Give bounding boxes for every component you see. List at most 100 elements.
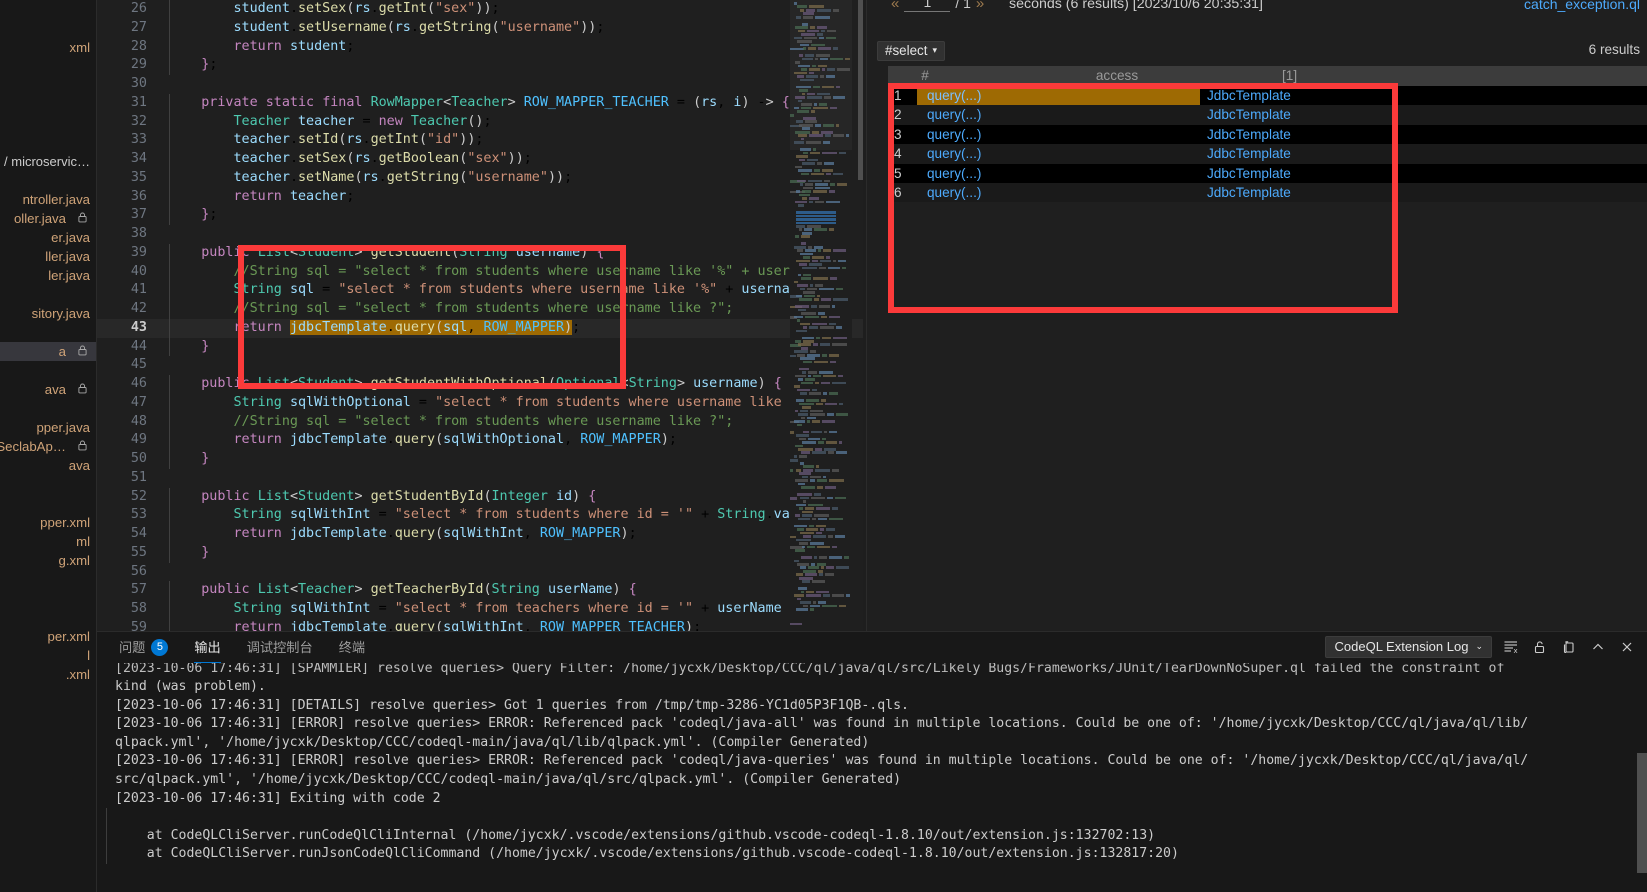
explorer-item[interactable]: xml	[0, 38, 96, 57]
explorer-item[interactable]: l	[0, 646, 96, 665]
code-line[interactable]: 52 public List<Student> getStudentById(I…	[97, 488, 863, 507]
panel-tab-bar[interactable]: 问题5输出调试控制台终端	[97, 632, 378, 663]
explorer-item[interactable]: pper.xml	[0, 513, 96, 532]
explorer-item[interactable]: SeclabAp…	[0, 437, 96, 456]
explorer-item[interactable]: oller.java	[0, 209, 96, 228]
results-table[interactable]: # access [1] 1query(...)JdbcTemplate2que…	[888, 66, 1647, 202]
explorer-item[interactable]: a	[0, 342, 96, 361]
code-line[interactable]: 30	[97, 75, 863, 94]
editor-scrollbar-thumb[interactable]	[858, 0, 863, 180]
code-line[interactable]: 39 public List<Student> getStudent(Strin…	[97, 244, 863, 263]
table-row[interactable]: 4query(...)JdbcTemplate	[888, 144, 1647, 163]
table-row[interactable]: 1query(...)JdbcTemplate	[888, 86, 1647, 105]
explorer-item[interactable]: g.xml	[0, 551, 96, 570]
panel-scrollbar[interactable]	[1637, 663, 1647, 892]
close-panel-icon[interactable]	[1617, 637, 1637, 657]
access-link[interactable]: query(...)	[917, 86, 1200, 105]
results-pager[interactable]: « / 1 »	[891, 0, 984, 12]
code-line[interactable]: 38	[97, 225, 863, 244]
table-row[interactable]: 5query(...)JdbcTemplate	[888, 164, 1647, 183]
page-number-input[interactable]	[904, 0, 950, 12]
access-link[interactable]: query(...)	[917, 144, 985, 163]
code-line[interactable]: 46 public List<Student> getStudentWithOp…	[97, 375, 863, 394]
editor-minimap[interactable]	[790, 0, 852, 631]
panel-scrollbar-thumb[interactable]	[1637, 753, 1647, 873]
access-link[interactable]: query(...)	[917, 125, 985, 144]
code-line[interactable]: 35 teacher.setName(rs.getString("usernam…	[97, 169, 863, 188]
result-set-dropdown[interactable]: #select ▾	[877, 41, 945, 61]
code-line[interactable]: 50 }	[97, 450, 863, 469]
row-access-cell[interactable]: query(...)	[917, 105, 1207, 124]
explorer-item[interactable]: ml	[0, 532, 96, 551]
query-file-link[interactable]: catch_exception.ql	[1524, 0, 1640, 12]
row-type-cell[interactable]: JdbcTemplate	[1207, 183, 1407, 202]
code-editor[interactable]: 26 student.setSex(rs.getInt("sex"));27 s…	[97, 0, 863, 631]
results-table-body[interactable]: 1query(...)JdbcTemplate2query(...)JdbcTe…	[888, 86, 1647, 202]
row-type-cell[interactable]: JdbcTemplate	[1207, 164, 1407, 183]
editor-scrollbar[interactable]	[858, 0, 863, 631]
explorer-sidebar[interactable]: xmln3 / microservic…ntroller.javaoller.j…	[0, 0, 97, 892]
code-line[interactable]: 32 Teacher teacher = new Teacher();	[97, 113, 863, 132]
access-link[interactable]: query(...)	[917, 183, 985, 202]
panel-tab-问题[interactable]: 问题5	[106, 632, 181, 663]
code-line[interactable]: 40 //String sql = "select * from student…	[97, 263, 863, 282]
code-line[interactable]: 31 private static final RowMapper<Teache…	[97, 94, 863, 113]
code-line[interactable]: 55 }	[97, 544, 863, 563]
access-link[interactable]: query(...)	[917, 164, 985, 183]
table-row[interactable]: 2query(...)JdbcTemplate	[888, 105, 1647, 124]
row-access-cell[interactable]: query(...)	[917, 125, 1207, 144]
access-link[interactable]: query(...)	[917, 105, 985, 124]
row-access-cell[interactable]: query(...)	[917, 144, 1207, 163]
explorer-item[interactable]: n3 / microservic…	[0, 152, 96, 171]
code-line[interactable]: 42 //String sql = "select * from student…	[97, 300, 863, 319]
table-row[interactable]: 3query(...)JdbcTemplate	[888, 125, 1647, 144]
code-line[interactable]: 48 //String sql = "select * from student…	[97, 413, 863, 432]
row-access-cell[interactable]: query(...)	[917, 164, 1207, 183]
code-line[interactable]: 47 String sqlWithOptional = "select * fr…	[97, 394, 863, 413]
code-line[interactable]: 49 return jdbcTemplate.query(sqlWithOpti…	[97, 431, 863, 450]
code-line[interactable]: 28 return student;	[97, 38, 863, 57]
row-type-cell[interactable]: JdbcTemplate	[1207, 125, 1407, 144]
row-access-cell[interactable]: query(...)	[917, 86, 1207, 105]
table-row[interactable]: 6query(...)JdbcTemplate	[888, 183, 1647, 202]
explorer-item[interactable]: ava	[0, 456, 96, 475]
code-line[interactable]: 33 teacher.setId(rs.getInt("id"));	[97, 131, 863, 150]
row-access-cell[interactable]: query(...)	[917, 183, 1207, 202]
code-line[interactable]: 34 teacher.setSex(rs.getBoolean("sex"));	[97, 150, 863, 169]
code-line[interactable]: 54 return jdbcTemplate.query(sqlWithInt,…	[97, 525, 863, 544]
code-line[interactable]: 26 student.setSex(rs.getInt("sex"));	[97, 0, 863, 19]
code-line[interactable]: 45	[97, 356, 863, 375]
explorer-item[interactable]: ava	[0, 380, 96, 399]
panel-tab-调试控制台[interactable]: 调试控制台	[234, 632, 326, 663]
next-page-icon[interactable]: »	[976, 0, 984, 12]
log-source-dropdown[interactable]: CodeQL Extension Log ⌄	[1325, 636, 1493, 658]
panel-tab-输出[interactable]: 输出	[181, 632, 233, 663]
clear-output-icon[interactable]: x	[1501, 637, 1521, 657]
code-line[interactable]: 37 };	[97, 206, 863, 225]
code-line[interactable]: 51	[97, 469, 863, 488]
code-lines[interactable]: 26 student.setSex(rs.getInt("sex"));27 s…	[97, 0, 863, 631]
explorer-file-list[interactable]: xmln3 / microservic…ntroller.javaoller.j…	[0, 0, 96, 684]
explorer-item[interactable]: sitory.java	[0, 304, 96, 323]
prev-page-icon[interactable]: «	[891, 0, 899, 12]
code-line[interactable]: 29 };	[97, 56, 863, 75]
explorer-item[interactable]: ler.java	[0, 266, 96, 285]
code-line[interactable]: 56	[97, 563, 863, 582]
open-editor-icon[interactable]	[1559, 637, 1579, 657]
code-line[interactable]: 41 String sql = "select * from students …	[97, 281, 863, 300]
code-line[interactable]: 43 return jdbcTemplate.query(sql, ROW_MA…	[97, 319, 863, 338]
explorer-item[interactable]: pper.java	[0, 418, 96, 437]
panel-actions[interactable]: CodeQL Extension Log ⌄ x	[1325, 636, 1638, 658]
row-type-cell[interactable]: JdbcTemplate	[1207, 86, 1407, 105]
code-line[interactable]: 57 public List<Teacher> getTeacherById(S…	[97, 581, 863, 600]
row-type-cell[interactable]: JdbcTemplate	[1207, 144, 1407, 163]
unlock-scroll-icon[interactable]	[1530, 637, 1550, 657]
explorer-item[interactable]: .xml	[0, 665, 96, 684]
code-line[interactable]: 59 return jdbcTemplate.query(sqlWithInt,…	[97, 619, 863, 631]
code-line[interactable]: 44 }	[97, 338, 863, 357]
code-line[interactable]: 58 String sqlWithInt = "select * from te…	[97, 600, 863, 619]
explorer-item[interactable]: ller.java	[0, 247, 96, 266]
explorer-item[interactable]: per.xml	[0, 627, 96, 646]
panel-tab-终端[interactable]: 终端	[326, 632, 378, 663]
code-line[interactable]: 27 student.setUsername(rs.getString("use…	[97, 19, 863, 38]
